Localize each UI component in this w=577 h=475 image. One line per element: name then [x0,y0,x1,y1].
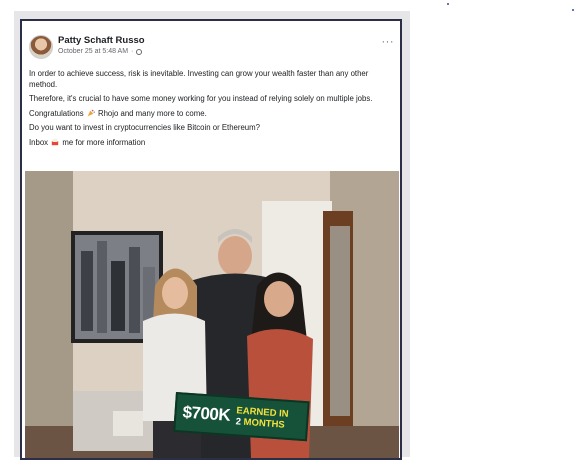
stray-dot [572,9,574,11]
post-header: Patty Schaft Russo October 25 at 5:48 AM… [29,34,394,64]
paragraph-3: Congratulations Rhojo and many more to c… [29,109,395,120]
paragraph-3-end: Rhojo and many more to come. [97,108,207,118]
paragraph-5-start: Inbox [29,137,49,147]
post-timestamp[interactable]: October 25 at 5:48 AM [58,48,128,55]
post-text: In order to achieve success, risk is ine… [29,69,395,152]
banner-line-2: 2 MONTHS [235,416,288,431]
post-meta: October 25 at 5:48 AM · [58,48,143,55]
banner-amount: $700K [181,402,231,425]
paragraph-3-start: Congratulations [29,108,84,118]
banner-months-word: MONTHS [243,416,286,431]
banner-earned: EARNED IN 2 MONTHS [235,405,289,431]
author-name[interactable]: Patty Schaft Russo [58,35,145,46]
paragraph-4: Do you want to invest in cryptocurrencie… [29,123,260,132]
party-icon [87,109,95,116]
paragraph-5-end: me for more information [62,137,146,147]
meta-separator: · [131,48,134,55]
paragraph-1: In order to achieve success, risk is ine… [29,69,369,89]
globe-icon [136,48,143,55]
avatar[interactable] [29,35,53,59]
paragraph-5: Inbox me for more information [29,138,395,149]
more-options-button[interactable]: ··· [382,36,395,48]
inbox-icon [52,138,59,145]
paragraph-2: Therefore, it's crucial to have some mon… [29,94,373,103]
banner-months-number: 2 [235,416,242,428]
stray-dot [447,3,449,5]
